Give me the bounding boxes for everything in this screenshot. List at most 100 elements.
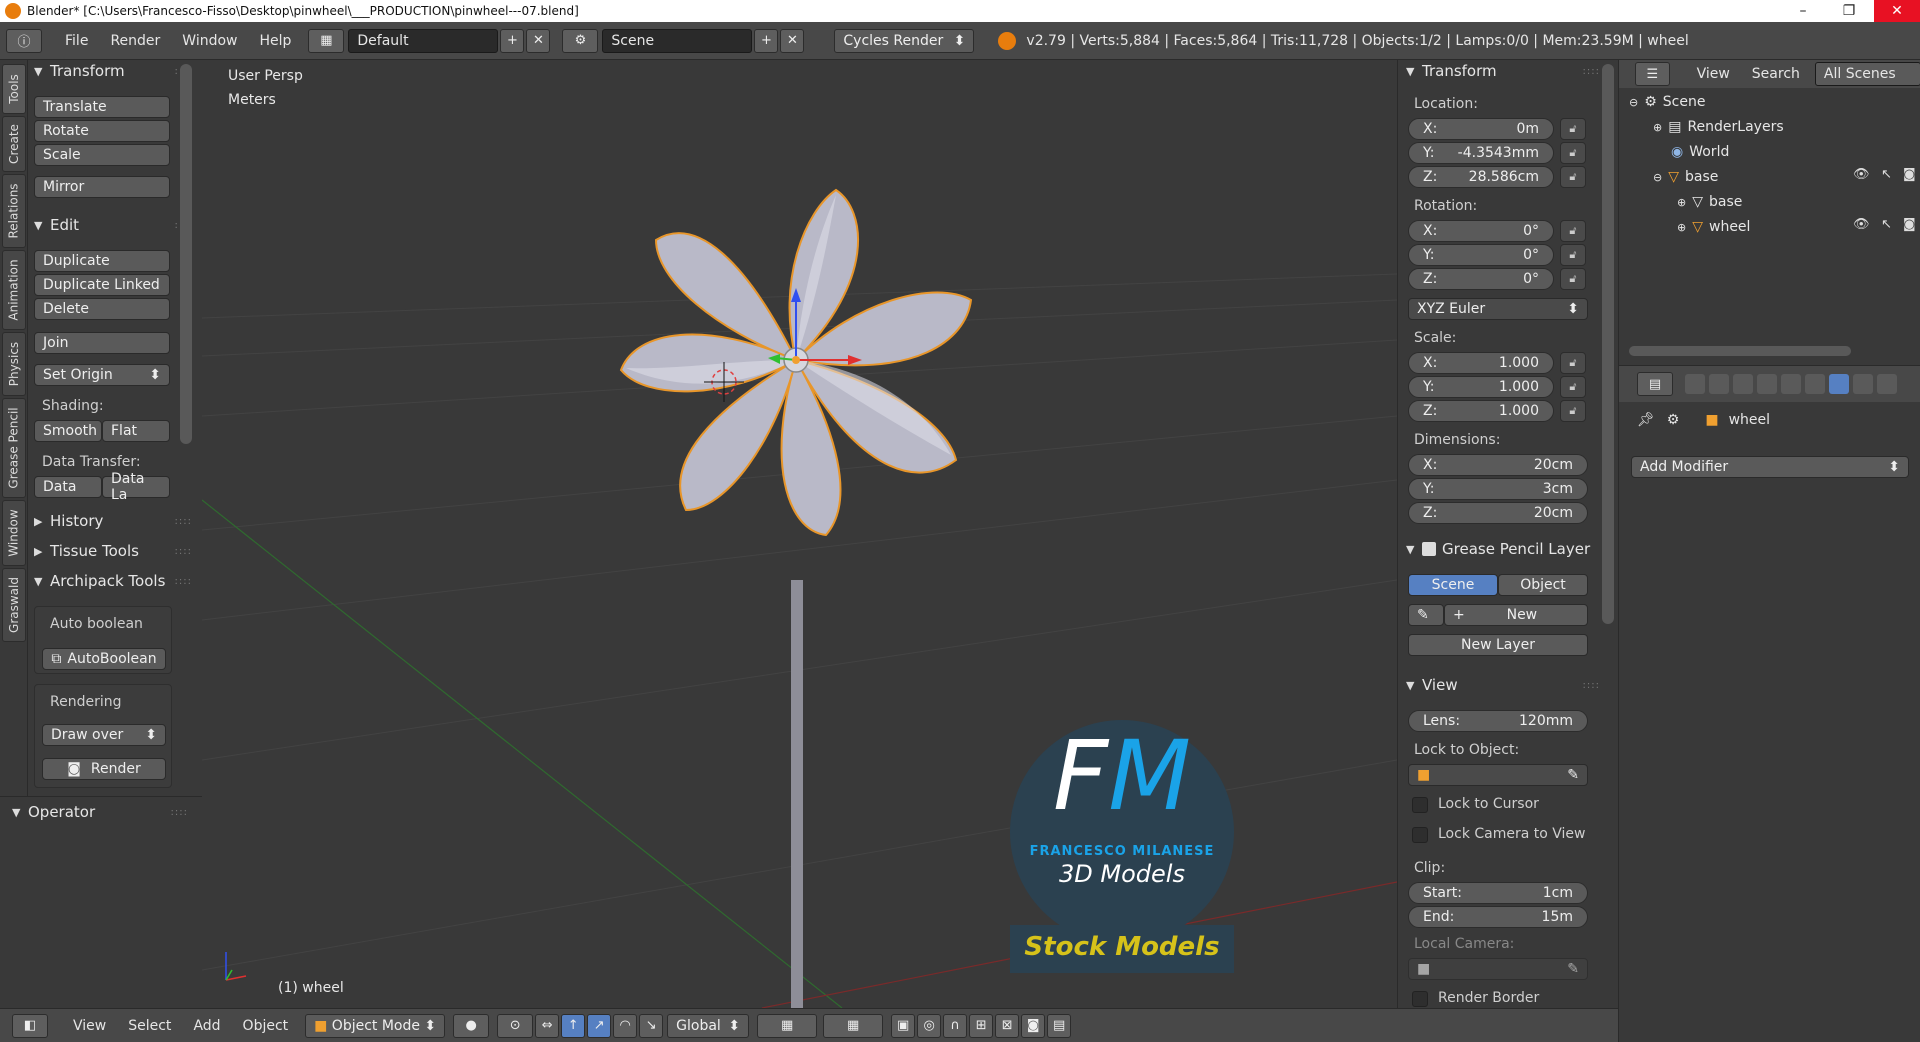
tab-graswald[interactable]: Graswald <box>2 568 26 642</box>
expand-icon[interactable]: ⊕ <box>1653 121 1662 134</box>
collapse-icon[interactable]: ⊖ <box>1653 171 1662 184</box>
outliner-row-wheel[interactable]: ⊕ ▽ wheel <box>1677 217 1750 237</box>
clip-start-field[interactable]: Start: 1cm <box>1408 882 1588 904</box>
modifiers-tab-icon[interactable] <box>1829 374 1849 394</box>
outliner-row-world[interactable]: ◉ World <box>1671 142 1729 162</box>
tool-shelf-scrollbar[interactable] <box>180 64 192 444</box>
add-scene-icon[interactable]: + <box>754 28 779 53</box>
archipack-panel-header[interactable]: ▼ Archipack Tools:::: <box>34 572 198 590</box>
outliner-row-base[interactable]: ⊖ ▽ base <box>1653 167 1718 187</box>
lock-camera-checkbox[interactable] <box>1412 827 1428 843</box>
expand-icon[interactable]: ⊕ <box>1677 221 1686 234</box>
menu-help[interactable]: Help <box>248 33 302 49</box>
maximize-button[interactable]: ❐ <box>1826 0 1872 22</box>
rotate-button[interactable]: Rotate <box>34 120 170 142</box>
snap-element-icon[interactable]: ⊞ <box>969 1013 994 1038</box>
shading-mode-icon[interactable]: ● <box>453 1013 490 1038</box>
gp-object-button[interactable]: Object <box>1498 574 1588 596</box>
rotation-x-field[interactable]: X: 0° <box>1408 220 1554 242</box>
visibility-eye-icon[interactable]: 👁︎ <box>1853 217 1870 232</box>
rotate-manipulator-icon[interactable]: ◠ <box>613 1013 638 1038</box>
minimize-button[interactable]: – <box>1780 0 1826 22</box>
outliner-row-base-mesh[interactable]: ⊕ ▽ base <box>1677 192 1742 212</box>
translate-button[interactable]: Translate <box>34 96 170 118</box>
lock-layers-icon[interactable]: ▣ <box>891 1013 916 1038</box>
gp-scene-button[interactable]: Scene <box>1408 574 1498 596</box>
render-engine-select[interactable]: Cycles Render ⬍ <box>834 28 975 53</box>
rotation-mode-select[interactable]: XYZ Euler ⬍ <box>1408 298 1588 320</box>
render-tab-icon[interactable] <box>1685 374 1705 394</box>
tab-tools[interactable]: Tools <box>2 64 26 114</box>
lock-icon[interactable]: 🔓︎ <box>1560 376 1586 398</box>
n-transform-header[interactable]: ▼ Transform:::: <box>1406 62 1606 80</box>
menu-object[interactable]: Object <box>232 1018 300 1034</box>
grease-pencil-header[interactable]: ▼ Grease Pencil Layer <box>1406 540 1606 558</box>
lock-icon[interactable]: 🔓︎ <box>1560 166 1586 188</box>
editor-type-icon[interactable]: ⓘ <box>6 28 42 53</box>
tab-window[interactable]: Window <box>2 500 26 566</box>
pin-icon[interactable]: 📌︎ <box>1637 412 1655 428</box>
tab-animation[interactable]: Animation <box>2 250 26 330</box>
tab-grease-pencil[interactable]: Grease Pencil <box>2 398 26 498</box>
orientation-select[interactable]: Global ⬍ <box>667 1013 750 1038</box>
scale-button[interactable]: Scale <box>34 144 170 166</box>
add-layout-icon[interactable]: + <box>500 28 525 53</box>
rotation-y-field[interactable]: Y: 0° <box>1408 244 1554 266</box>
gp-new-button[interactable]: + New <box>1444 604 1588 626</box>
smooth-button[interactable]: Smooth <box>34 420 102 442</box>
menu-add[interactable]: Add <box>182 1018 231 1034</box>
close-button[interactable]: ✕ <box>1874 0 1920 22</box>
render-camera-icon[interactable]: ◙ <box>1903 167 1916 182</box>
menu-view[interactable]: View <box>62 1018 117 1034</box>
data-layout-button[interactable]: Data La <box>102 471 170 503</box>
snap-target-icon[interactable]: ⊠ <box>995 1013 1020 1038</box>
outliner-menu-search[interactable]: Search <box>1741 66 1811 82</box>
editor-type-icon[interactable]: ◧ <box>12 1013 48 1038</box>
autoboolean-button[interactable]: ⧉ AutoBoolean <box>42 648 166 670</box>
edit-panel-header[interactable]: ▼Edit:::: <box>34 216 198 234</box>
render-button[interactable]: ◙ Render <box>42 758 166 780</box>
menu-select[interactable]: Select <box>117 1018 182 1034</box>
render-layers-tab-icon[interactable] <box>1709 374 1729 394</box>
remove-scene-icon[interactable]: ✕ <box>780 28 805 53</box>
layers-group-2[interactable]: ▦ <box>823 1013 884 1038</box>
lock-icon[interactable]: 🔓︎ <box>1560 220 1586 242</box>
data-tab-icon[interactable] <box>1853 374 1873 394</box>
visibility-eye-icon[interactable]: 👁︎ <box>1853 167 1870 182</box>
layout-icon[interactable]: ▦ <box>308 28 345 53</box>
duplicate-button[interactable]: Duplicate <box>34 250 170 272</box>
outliner-row-renderlayers[interactable]: ⊕ ▤ RenderLayers <box>1653 117 1784 137</box>
collapse-icon[interactable]: ⊖ <box>1629 96 1638 109</box>
outliner-hscrollbar[interactable] <box>1629 346 1851 356</box>
lock-icon[interactable]: 🔓︎ <box>1560 352 1586 374</box>
history-panel-header[interactable]: ▶ History:::: <box>34 512 198 530</box>
scene-field[interactable]: Scene <box>602 28 753 53</box>
layout-field[interactable]: Default <box>348 28 499 53</box>
n-panel-scrollbar[interactable] <box>1602 64 1614 624</box>
world-tab-icon[interactable] <box>1757 374 1777 394</box>
menu-render[interactable]: Render <box>99 33 171 49</box>
lock-icon[interactable]: 🔓︎ <box>1560 400 1586 422</box>
lock-icon[interactable]: 🔓︎ <box>1560 142 1586 164</box>
location-y-field[interactable]: Y: -4.3543mm <box>1408 142 1554 164</box>
lens-field[interactable]: Lens: 120mm <box>1408 710 1588 732</box>
set-origin-select[interactable]: Set Origin ⬍ <box>34 364 170 386</box>
constraints-tab-icon[interactable] <box>1805 374 1825 394</box>
location-z-field[interactable]: Z: 28.586cm <box>1408 166 1554 188</box>
dimension-y-field[interactable]: Y: 3cm <box>1408 478 1588 500</box>
tab-relations[interactable]: Relations <box>2 174 26 248</box>
outliner-row-scene[interactable]: ⊖ ⚙ Scene <box>1629 92 1705 112</box>
operator-panel-header[interactable]: ▼ Operator:::: <box>12 803 194 821</box>
duplicate-linked-button[interactable]: Duplicate Linked <box>34 274 170 296</box>
remove-layout-icon[interactable]: ✕ <box>526 28 551 53</box>
scale-y-field[interactable]: Y: 1.000 <box>1408 376 1554 398</box>
menu-window[interactable]: Window <box>171 33 248 49</box>
dimension-z-field[interactable]: Z: 20cm <box>1408 502 1588 524</box>
lock-cursor-checkbox[interactable] <box>1412 797 1428 813</box>
material-tab-icon[interactable] <box>1877 374 1897 394</box>
scale-z-field[interactable]: Z: 1.000 <box>1408 400 1554 422</box>
scene-tab-icon[interactable] <box>1733 374 1753 394</box>
gp-new-layer-button[interactable]: New Layer <box>1408 634 1588 656</box>
scale-manipulator-icon[interactable]: ↘ <box>639 1013 664 1038</box>
lock-icon[interactable]: 🔓︎ <box>1560 268 1586 290</box>
